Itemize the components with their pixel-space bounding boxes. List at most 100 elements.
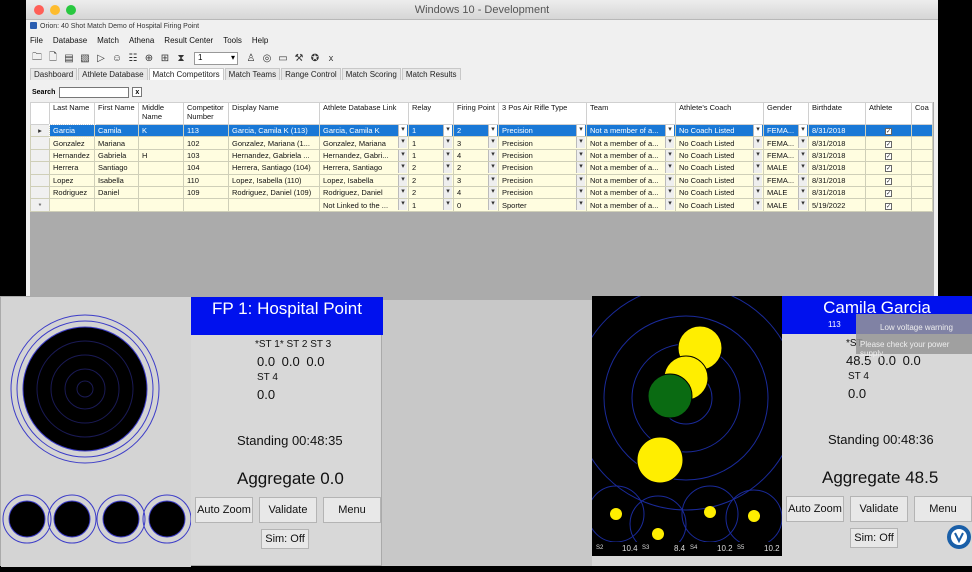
- sim-toggle-button[interactable]: Sim: Off: [261, 529, 309, 549]
- table-cell[interactable]: [911, 185, 933, 200]
- menu-button[interactable]: Menu: [914, 496, 972, 522]
- table-cell[interactable]: Precision: [498, 173, 587, 187]
- table-cell[interactable]: Not a member of a...: [586, 148, 676, 163]
- table-cell[interactable]: Isabella: [94, 173, 139, 187]
- table-cell[interactable]: 1: [408, 198, 454, 212]
- menu-database[interactable]: Database: [53, 36, 87, 48]
- table-cell[interactable]: 2: [408, 185, 454, 200]
- table-cell[interactable]: No Coach Listed: [675, 136, 764, 150]
- person-add-icon[interactable]: ♙: [244, 51, 258, 65]
- column-header[interactable]: First Name: [94, 102, 139, 125]
- toolbar-close[interactable]: x: [324, 51, 338, 65]
- athlete-checkbox[interactable]: ✓: [885, 190, 892, 198]
- table-row[interactable]: Rodriguez Daniel 109 Rodriguez, Daniel (109…: [30, 185, 933, 200]
- table-cell[interactable]: 3: [453, 173, 499, 187]
- row-header[interactable]: [30, 148, 50, 163]
- table-cell[interactable]: Sporter: [498, 198, 587, 212]
- medal-icon[interactable]: ✪: [308, 51, 322, 65]
- table-cell[interactable]: Precision: [498, 148, 587, 163]
- validate-button[interactable]: Validate: [259, 497, 317, 523]
- target-icon[interactable]: ◎: [260, 51, 274, 65]
- table-cell[interactable]: Rodriguez, Daniel: [319, 185, 409, 200]
- table-cell[interactable]: 1: [408, 148, 454, 163]
- table-cell[interactable]: Precision: [498, 185, 587, 200]
- table-cell[interactable]: Santiago: [94, 161, 139, 175]
- table-cell[interactable]: ✓: [865, 173, 912, 187]
- table-cell[interactable]: Gonzalez, Mariana (1...: [228, 136, 320, 150]
- table-cell[interactable]: Not a member of a...: [586, 173, 676, 187]
- table-cell[interactable]: No Coach Listed: [675, 123, 764, 138]
- column-header[interactable]: Athlete Database Link: [319, 102, 409, 125]
- menu-file[interactable]: File: [30, 36, 43, 48]
- relay-select[interactable]: 1: [194, 51, 238, 65]
- table-cell[interactable]: [911, 173, 933, 187]
- table-cell[interactable]: 3: [453, 136, 499, 150]
- sim-toggle-button[interactable]: Sim: Off: [850, 528, 898, 548]
- search-clear-button[interactable]: x: [132, 87, 143, 97]
- row-header[interactable]: ▸: [30, 123, 50, 138]
- table-cell[interactable]: Camila: [94, 123, 139, 138]
- table-cell[interactable]: ✓: [865, 148, 912, 163]
- column-header[interactable]: Team: [586, 102, 676, 125]
- column-header[interactable]: Display Name: [228, 102, 320, 125]
- column-header[interactable]: Last Name: [49, 102, 95, 125]
- table-cell[interactable]: Not a member of a...: [586, 198, 676, 212]
- table-cell[interactable]: [183, 198, 229, 212]
- table-cell[interactable]: 8/31/2018: [808, 161, 866, 175]
- hourglass-icon[interactable]: ⧗: [174, 51, 188, 65]
- table-cell[interactable]: FEMA...: [763, 148, 809, 163]
- table-cell[interactable]: K: [138, 123, 184, 138]
- tab-dashboard[interactable]: Dashboard: [30, 68, 78, 80]
- table-cell[interactable]: Herrera, Santiago: [319, 161, 409, 175]
- column-header[interactable]: Relay: [408, 102, 454, 125]
- table-cell[interactable]: 113: [183, 123, 229, 138]
- row-header[interactable]: [30, 185, 50, 200]
- column-header[interactable]: 3 Pos Air Rifle Type: [498, 102, 587, 125]
- table-cell[interactable]: Not a member of a...: [586, 123, 676, 138]
- row-header[interactable]: *: [30, 198, 50, 212]
- table-cell[interactable]: 102: [183, 136, 229, 150]
- table-cell[interactable]: [911, 148, 933, 163]
- play-icon[interactable]: ▷: [94, 51, 108, 65]
- row-header[interactable]: [30, 173, 50, 187]
- table-cell[interactable]: No Coach Listed: [675, 161, 764, 175]
- globe-icon[interactable]: ⊕: [142, 51, 156, 65]
- column-header[interactable]: Firing Point: [453, 102, 499, 125]
- table-cell[interactable]: ✓: [865, 198, 912, 212]
- table-cell[interactable]: 1: [408, 136, 454, 150]
- table-row[interactable]: Hernandez Gabriela H 103 Hernandez, Gabriela…: [30, 148, 933, 163]
- auto-zoom-button[interactable]: Auto Zoom: [195, 497, 253, 523]
- table-cell[interactable]: 8/31/2018: [808, 185, 866, 200]
- table-cell[interactable]: Garcia, Camila K: [319, 123, 409, 138]
- grid-icon[interactable]: ⊞: [158, 51, 172, 65]
- table-cell[interactable]: Precision: [498, 136, 587, 150]
- athlete-checkbox[interactable]: ✓: [885, 202, 892, 210]
- table-cell[interactable]: ✓: [865, 136, 912, 150]
- menu-result-center[interactable]: Result Center: [164, 36, 213, 48]
- table-cell[interactable]: [138, 136, 184, 150]
- table-cell[interactable]: Not a member of a...: [586, 136, 676, 150]
- auto-zoom-button[interactable]: Auto Zoom: [786, 496, 844, 522]
- table-cell[interactable]: FEMA...: [763, 136, 809, 150]
- table-cell[interactable]: [138, 161, 184, 175]
- search-input[interactable]: [59, 86, 130, 98]
- table-cell[interactable]: [138, 198, 184, 212]
- column-header[interactable]: Competitor Number: [183, 102, 229, 125]
- table-cell[interactable]: Not a member of a...: [586, 161, 676, 175]
- table-cell[interactable]: Lopez, Isabella: [319, 173, 409, 187]
- table-cell[interactable]: No Coach Listed: [675, 148, 764, 163]
- table-cell[interactable]: FEMA...: [763, 173, 809, 187]
- table-row[interactable]: Gonzalez Mariana 102 Gonzalez, Mariana (1..…: [30, 136, 933, 150]
- table-cell[interactable]: [138, 185, 184, 200]
- table-row[interactable]: Lopez Isabella 110 Lopez, Isabella (110) Lop…: [30, 173, 933, 187]
- table-cell[interactable]: 5/19/2022: [808, 198, 866, 212]
- column-header[interactable]: Gender: [763, 102, 809, 125]
- table-cell[interactable]: Daniel: [94, 185, 139, 200]
- table-cell[interactable]: MALE: [763, 198, 809, 212]
- table-cell[interactable]: Lopez, Isabella (110): [228, 173, 320, 187]
- table-cell[interactable]: [94, 198, 139, 212]
- table-cell[interactable]: Gonzalez: [49, 136, 95, 150]
- row-header[interactable]: [30, 161, 50, 175]
- table-cell[interactable]: Not Linked to the ...: [319, 198, 409, 212]
- team-icon[interactable]: ☷: [126, 51, 140, 65]
